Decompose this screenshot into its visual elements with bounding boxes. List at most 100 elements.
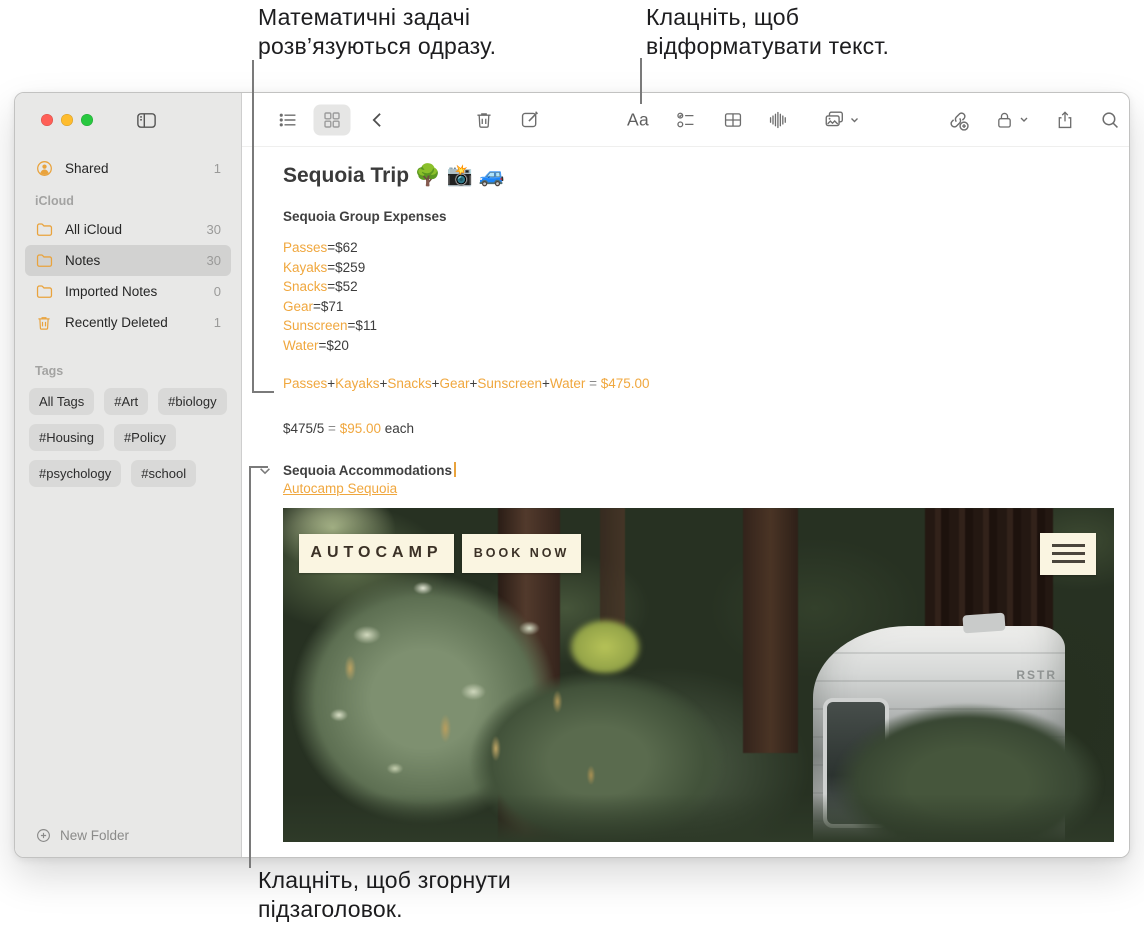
lock-button[interactable] [994, 109, 1030, 130]
folder-icon [35, 220, 56, 239]
table-button[interactable] [723, 109, 744, 130]
gallery-view-icon [324, 111, 340, 128]
expense-line: Passes=$62 [283, 240, 358, 255]
search-button[interactable] [1100, 109, 1121, 130]
search-icon [1102, 111, 1118, 128]
expense-line: Snacks=$52 [283, 279, 358, 294]
photo-attachment[interactable]: RSTR AUTOCAMP BOOK NOW [283, 507, 1114, 842]
trash-icon [35, 314, 56, 332]
autocamp-link[interactable]: Autocamp Sequoia [283, 481, 397, 496]
waveform-icon [769, 111, 786, 128]
callout-line-math [252, 60, 254, 393]
sidebar-item-label: All iCloud [65, 222, 123, 237]
sidebar-item-imported-notes[interactable]: Imported Notes 0 [25, 276, 231, 307]
sidebar-titlebar [15, 93, 241, 147]
folder-icon [35, 282, 56, 301]
note-pane: Aa Sequoia Trip 🌳 📸 🚙 Sequoia Group Expe… [242, 93, 1129, 857]
format-text-button[interactable]: Aa [627, 109, 649, 130]
close-window-button[interactable] [41, 114, 53, 126]
sidebar-item-count: 30 [206, 222, 221, 237]
minimize-window-button[interactable] [61, 114, 73, 126]
photos-icon [825, 111, 843, 126]
sidebar-item-all-icloud[interactable]: All iCloud 30 [25, 214, 231, 245]
callout-line-format [640, 58, 642, 104]
section-title: Sequoia Accommodations [283, 463, 453, 478]
audio-recording-button[interactable] [768, 109, 789, 130]
checklist-icon [677, 112, 694, 127]
expense-line: Sunscreen=$11 [283, 318, 377, 333]
callout-line-collapse [249, 466, 268, 468]
sidebar-item-label: Shared [65, 161, 109, 176]
expense-line: Kayaks=$259 [283, 259, 366, 275]
list-view-button[interactable] [278, 109, 299, 130]
share-icon [1058, 110, 1072, 128]
tag-psychology[interactable]: #psychology [29, 460, 122, 487]
lock-icon [998, 112, 1011, 128]
note-editor[interactable]: Sequoia Trip 🌳 📸 🚙 Sequoia Group Expense… [242, 147, 1129, 842]
tag-policy[interactable]: #Policy [113, 424, 176, 451]
expense-line: Water=$20 [283, 337, 349, 353]
shared-person-icon [35, 159, 56, 178]
callout-line-collapse [249, 466, 251, 868]
chevron-down-icon [851, 117, 858, 122]
sidebar-item-count: 30 [206, 253, 221, 268]
callout-line-math [252, 391, 274, 393]
hamburger-menu-icon [1040, 532, 1096, 575]
trash-icon [477, 112, 491, 128]
sidebar-item-recently-deleted[interactable]: Recently Deleted 1 [25, 307, 231, 338]
note-subtitle: Sequoia Group Expenses [283, 209, 447, 224]
expense-line: Gear=$71 [283, 298, 344, 314]
delete-note-button[interactable] [474, 109, 495, 130]
callout-math: Математичні задачі розв’язуються одразу. [258, 3, 496, 61]
gallery-view-button[interactable] [313, 104, 351, 135]
back-button[interactable] [368, 110, 388, 130]
note-title: Sequoia Trip 🌳 📸 🚙 [283, 164, 505, 187]
notes-window: Shared 1 iCloud All iCloud 30 Notes 30 I… [14, 92, 1130, 858]
table-icon [724, 112, 742, 127]
callout-collapse-line2: підзаголовок. [258, 896, 403, 922]
callout-collapse: Клацніть, щоб згорнути підзаголовок. [258, 866, 511, 924]
sidebar-item-notes[interactable]: Notes 30 [25, 245, 231, 276]
photo-bottom-shade [283, 793, 1114, 842]
sidebar-section-tags: Tags [35, 364, 64, 378]
share-button[interactable] [1055, 109, 1076, 130]
sidebar-item-label: Recently Deleted [65, 315, 168, 330]
add-link-icon [950, 111, 969, 131]
zoom-window-button[interactable] [81, 114, 93, 126]
math-formula-line: Passes+Kayaks+Snacks+Gear+Sunscreen+Wate… [283, 376, 650, 391]
sidebar-item-count: 1 [213, 161, 221, 176]
autocamp-logo: AUTOCAMP [299, 533, 454, 573]
tag-all-tags[interactable]: All Tags [29, 388, 95, 415]
tag-housing[interactable]: #Housing [29, 424, 104, 451]
tag-school[interactable]: #school [131, 460, 197, 487]
new-folder-label: New Folder [60, 828, 130, 843]
sidebar: Shared 1 iCloud All iCloud 30 Notes 30 I… [15, 93, 242, 857]
expense-list: Passes=$62 Kayaks=$259 Snacks=$52 Gear=$… [283, 238, 1129, 355]
media-button[interactable] [824, 109, 861, 131]
callout-format-line2: відформатувати текст. [646, 33, 890, 59]
book-now-label: BOOK NOW [462, 533, 581, 573]
sidebar-item-label: Notes [65, 253, 101, 268]
tag-biology[interactable]: #biology [158, 388, 227, 415]
tag-art[interactable]: #Art [104, 388, 149, 415]
text-cursor [454, 462, 457, 477]
callout-math-line2: розв’язуються одразу. [258, 33, 497, 59]
checklist-button[interactable] [676, 109, 697, 130]
sidebar-item-count: 1 [213, 315, 221, 330]
note-link-line: Autocamp Sequoia [283, 479, 1129, 499]
traffic-lights [41, 114, 93, 126]
plus-circle-icon [37, 829, 50, 842]
tag-list: All Tags #Art #biology #Housing #Policy … [29, 388, 229, 487]
sidebar-toggle-icon [137, 112, 156, 128]
sidebar-item-shared[interactable]: Shared 1 [25, 153, 231, 184]
toolbar: Aa [242, 93, 1129, 147]
sidebar-toggle-button[interactable] [135, 109, 158, 132]
add-link-button[interactable] [947, 108, 970, 131]
format-aa-icon: Aa [626, 109, 650, 129]
callout-collapse-line1: Клацніть, щоб згорнути [258, 867, 511, 893]
new-note-button[interactable] [520, 109, 541, 130]
compose-icon [521, 110, 539, 127]
new-folder-button[interactable]: New Folder [35, 827, 129, 844]
callout-format: Клацніть, щоб відформатувати текст. [646, 3, 889, 61]
folder-icon [35, 251, 56, 270]
